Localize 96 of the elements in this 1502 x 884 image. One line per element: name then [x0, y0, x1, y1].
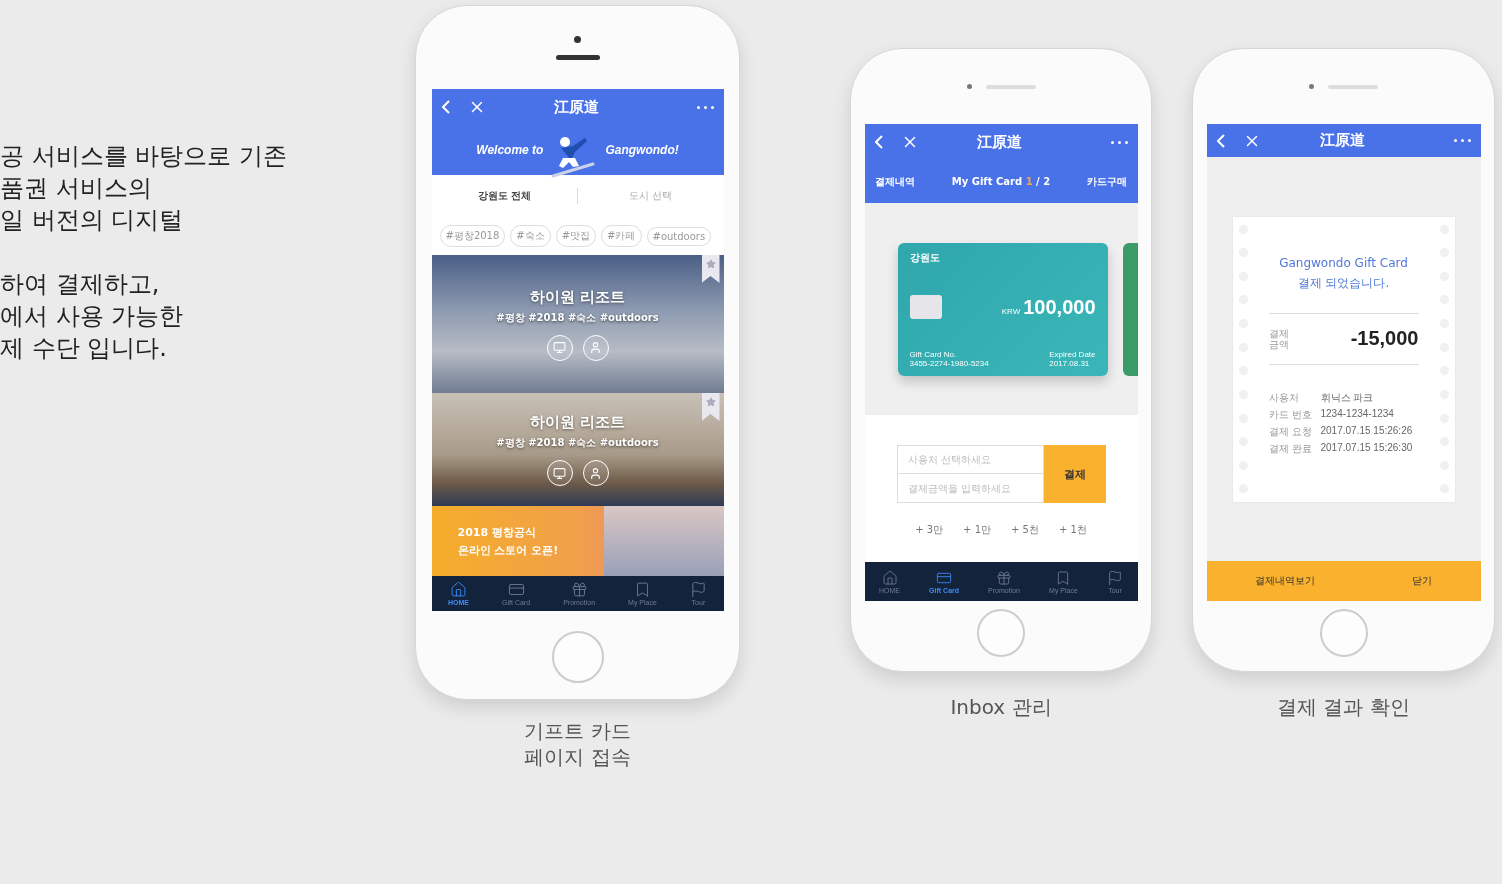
caption: Inbox 관리 [950, 694, 1052, 720]
bookmark-ribbon[interactable] [701, 255, 720, 283]
welcome-text: Welcome to [476, 143, 544, 157]
card-number-label: Gift Card No. [909, 349, 958, 359]
paid-amount: -15,000 [1350, 327, 1419, 350]
flag-icon [689, 581, 707, 598]
person-icon [589, 466, 602, 480]
intro-text: 품권 서비스의 [0, 173, 153, 204]
monitor-icon [553, 341, 566, 354]
intro-text: 일 버전의 디지털 [0, 205, 185, 236]
resort-photo[interactable]: 하이원 리조트 #평창 #2018 #숙소 #outdoors [431, 255, 724, 393]
intro-text: 하여 결제하고, [0, 269, 161, 300]
intro-text: 에서 사용 가능한 [0, 301, 185, 332]
back-button[interactable] [1216, 133, 1225, 148]
app-title: 江原道 [1318, 131, 1366, 150]
speaker-grille [1328, 84, 1378, 89]
intro-text: 제 수단 입니다. [0, 333, 168, 364]
detail-label: 결제 요청 [1268, 424, 1313, 439]
promo-banner[interactable]: 2018 평창공식 온라인 스토어 오픈! [431, 506, 724, 576]
region-tab[interactable]: 강원도 전체 [431, 188, 578, 204]
hashtag-chip[interactable]: #평창2018 [439, 225, 506, 247]
resort-photo[interactable]: 하이원 리조트 #평창 #2018 #숙소 #outdoors [431, 393, 724, 506]
star-icon [705, 259, 716, 269]
card-icon [507, 581, 525, 598]
receipt-heading: 결제 되었습니다. [1297, 274, 1390, 292]
hashtag-chip[interactable]: #숙소 [510, 225, 551, 247]
star-icon [705, 397, 716, 407]
more-icon[interactable] [1453, 139, 1471, 142]
hashtag-chip[interactable]: #카페 [601, 225, 642, 247]
detail-value: 1234-1234-1234 [1320, 407, 1395, 421]
caption: 결제 결과 확인 [1277, 694, 1410, 720]
quick-amount-button[interactable]: + 5천 [1011, 523, 1039, 537]
subtab[interactable]: 결제내역 [874, 174, 915, 189]
camera-lens [1309, 84, 1314, 89]
amount-label: 결제 금액 [1268, 327, 1289, 350]
back-button[interactable] [874, 135, 883, 149]
action-button[interactable]: 닫기 [1406, 573, 1438, 589]
place-field[interactable]: 사용처 선택하세요 [896, 445, 1044, 474]
card-chip-icon [909, 295, 942, 319]
camera-lens [574, 35, 581, 43]
home-icon [881, 569, 898, 586]
detail-label: 사용처 [1268, 390, 1300, 405]
intro-text: 공 서비스를 바탕으로 기존 [0, 141, 288, 172]
app-title: 江原道 [976, 132, 1023, 152]
speaker-grille [985, 84, 1036, 89]
caption: 페이지 접속 [524, 744, 631, 770]
promo-text: 2018 평창공식 [457, 524, 537, 540]
monitor-icon [553, 466, 566, 480]
resort-tags: #평창 #2018 #숙소 #outdoors [496, 436, 659, 450]
detail-value: 휘닉스 파크 [1320, 390, 1375, 405]
quick-amount-button[interactable]: + 1천 [1058, 523, 1087, 537]
pay-button[interactable]: 결제 [1043, 445, 1106, 503]
promo-text: 온라인 스토어 오픈! [457, 542, 559, 558]
welcome-text: Gangwondo! [605, 143, 679, 157]
resort-name: 하이원 리조트 [529, 413, 626, 432]
action-button[interactable]: 결제내역보기 [1249, 573, 1321, 589]
gift-icon [570, 581, 588, 598]
back-icon [441, 100, 450, 114]
receipt-heading: Gangwondo Gift Card [1279, 254, 1408, 272]
back-icon [1216, 133, 1225, 148]
card-number: 3455-2274-1980-5234 [909, 358, 989, 368]
amount-field[interactable]: 결제금액을 입력하세요 [896, 474, 1044, 503]
quick-amount-button[interactable]: + 3만 [915, 523, 944, 537]
hashtag-chip[interactable]: #맛집 [555, 225, 597, 247]
speaker-grille [555, 54, 600, 60]
subtab[interactable]: My Gift Card 1 / 2 [951, 176, 1051, 187]
flag-icon [1106, 569, 1123, 586]
app-title: 江原道 [552, 97, 600, 117]
detail-value: 2017.07.15 15:26:30 [1320, 441, 1414, 455]
room-button[interactable] [546, 460, 573, 486]
more-icon[interactable] [1110, 140, 1128, 144]
expiry-label: Expired Date [1049, 349, 1096, 359]
next-card[interactable] [1122, 242, 1138, 376]
subtab[interactable]: 카드구매 [1087, 174, 1128, 189]
detail-value: 2017.07.15 15:26:26 [1320, 424, 1414, 438]
card-balance: 100,000 [1023, 295, 1096, 319]
gift-card[interactable]: 강원도 KRW 100,000 Gift Card No. 3455-2274-1980-5234 Expired Date 2017.08.31 [897, 242, 1108, 376]
caption: 기프트 카드 [524, 718, 631, 744]
hashtag-chip[interactable]: #outdoors [646, 226, 712, 246]
detail-label: 카드 번호 [1268, 407, 1313, 422]
region-tab[interactable]: 도시 선택 [578, 188, 724, 204]
more-icon[interactable] [696, 105, 714, 109]
person-icon [589, 341, 602, 354]
detail-label: 결제 완료 [1268, 441, 1313, 456]
camera-lens [966, 84, 972, 89]
back-button[interactable] [441, 100, 450, 114]
resort-tags: #평창 #2018 #숙소 #outdoors [496, 310, 659, 325]
currency: KRW [1001, 306, 1021, 316]
quick-amount-button[interactable]: + 1만 [963, 523, 991, 537]
back-icon [874, 135, 883, 149]
gift-icon [996, 569, 1013, 586]
home-icon [450, 581, 467, 598]
resort-name: 하이원 리조트 [529, 287, 626, 307]
expiry-date: 2017.08.31 [1049, 358, 1091, 368]
card-brand: 강원도 [909, 250, 941, 265]
person-button[interactable] [582, 460, 609, 486]
